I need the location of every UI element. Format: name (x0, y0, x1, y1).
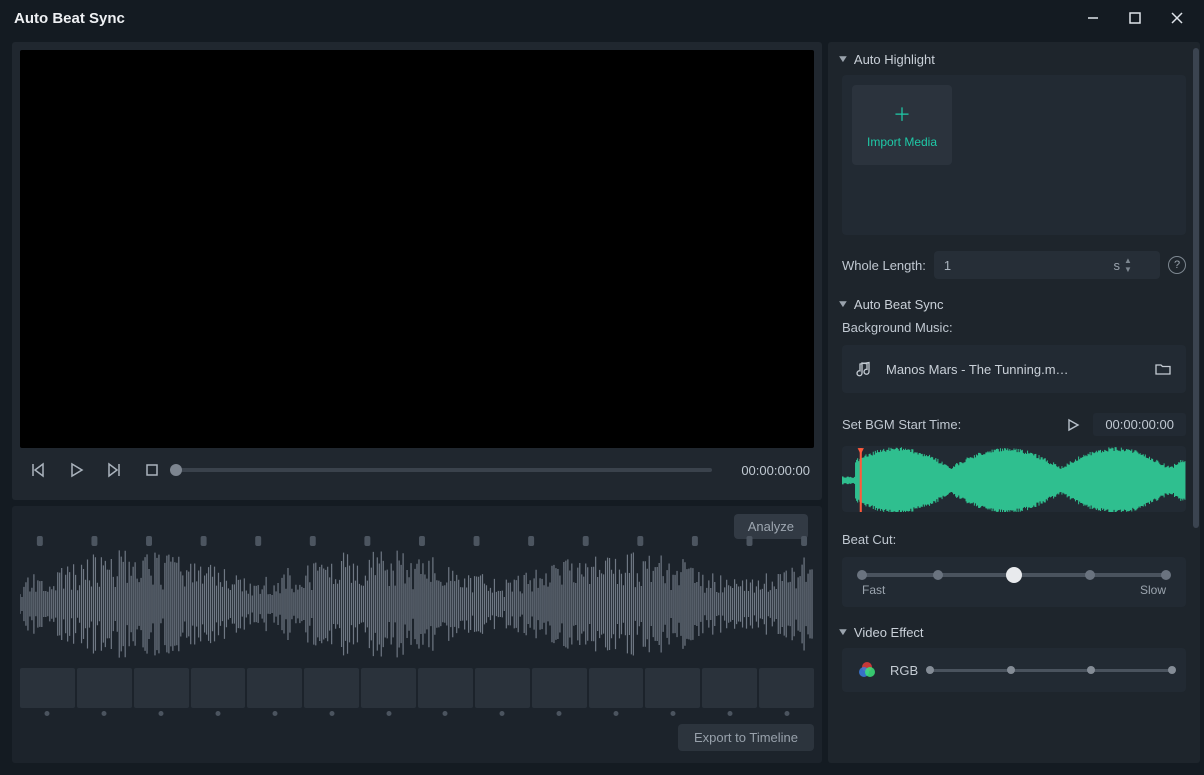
analysis-panel: Analyze Export to Timeline (12, 506, 822, 763)
next-frame-button[interactable] (100, 456, 128, 484)
maximize-button[interactable] (1114, 2, 1156, 34)
caret-down-icon: ▼ (837, 299, 850, 310)
export-timeline-button[interactable]: Export to Timeline (678, 724, 814, 751)
bgm-start-time[interactable]: 00:00:00:00 (1093, 413, 1186, 436)
section-auto-highlight-header[interactable]: ▼ Auto Highlight (838, 48, 1190, 75)
bgm-label: Background Music: (842, 320, 1186, 335)
transport-bar: 00:00:00:00 (20, 448, 814, 492)
window-title: Auto Beat Sync (14, 10, 125, 27)
video-preview[interactable] (20, 50, 814, 448)
media-dropzone[interactable]: ＋ Import Media (842, 75, 1186, 235)
caret-down-icon: ▼ (837, 54, 850, 65)
section-title: Auto Highlight (854, 52, 935, 67)
seek-thumb[interactable] (170, 464, 182, 476)
section-title: Auto Beat Sync (854, 297, 944, 312)
beat-cut-slider[interactable]: Fast Slow (842, 557, 1186, 607)
import-media-button[interactable]: ＋ Import Media (852, 85, 952, 165)
video-effect-name: RGB (890, 663, 918, 678)
close-button[interactable] (1156, 2, 1198, 34)
stop-button[interactable] (138, 456, 166, 484)
play-button[interactable] (62, 456, 90, 484)
prev-frame-button[interactable] (24, 456, 52, 484)
beat-blocks[interactable] (20, 668, 814, 708)
slider-slow-label: Slow (1140, 583, 1166, 597)
preview-panel: 00:00:00:00 (12, 42, 822, 500)
rgb-icon (856, 659, 878, 681)
playhead-time: 00:00:00:00 (722, 463, 810, 478)
video-effect-row[interactable]: RGB (842, 648, 1186, 692)
seek-bar[interactable] (176, 462, 712, 478)
folder-icon[interactable] (1154, 360, 1172, 378)
section-auto-beat-sync-header[interactable]: ▼ Auto Beat Sync (838, 293, 1190, 320)
bgm-file-row: Manos Mars - The Tunning.m… (842, 345, 1186, 393)
whole-length-input[interactable]: 1 s ▲▼ (934, 251, 1160, 279)
section-video-effect-header[interactable]: ▼ Video Effect (838, 621, 1190, 648)
bgm-play-button[interactable] (1063, 415, 1083, 435)
slider-fast-label: Fast (862, 583, 885, 597)
minimize-button[interactable] (1072, 2, 1114, 34)
section-title: Video Effect (854, 625, 924, 640)
video-effect-slider[interactable] (930, 669, 1172, 672)
bgm-filename: Manos Mars - The Tunning.m… (886, 362, 1142, 377)
help-icon[interactable]: ? (1168, 256, 1186, 274)
timeline-waveform[interactable] (20, 544, 814, 664)
caret-down-icon: ▼ (837, 627, 850, 638)
side-panel: ▼ Auto Highlight ＋ Import Media Whole Le… (828, 42, 1200, 763)
import-media-label: Import Media (867, 135, 937, 149)
plus-icon: ＋ (893, 101, 911, 127)
whole-length-label: Whole Length: (842, 258, 926, 273)
beat-cut-label: Beat Cut: (842, 532, 1186, 547)
window-controls (1072, 2, 1198, 34)
sidebar-scrollbar[interactable] (1192, 48, 1200, 757)
start-time-label: Set BGM Start Time: (842, 417, 961, 432)
bgm-waveform[interactable] (842, 446, 1186, 512)
title-bar: Auto Beat Sync (0, 0, 1204, 36)
music-note-icon (856, 360, 874, 378)
spinner-icon[interactable]: ▲▼ (1124, 255, 1136, 275)
